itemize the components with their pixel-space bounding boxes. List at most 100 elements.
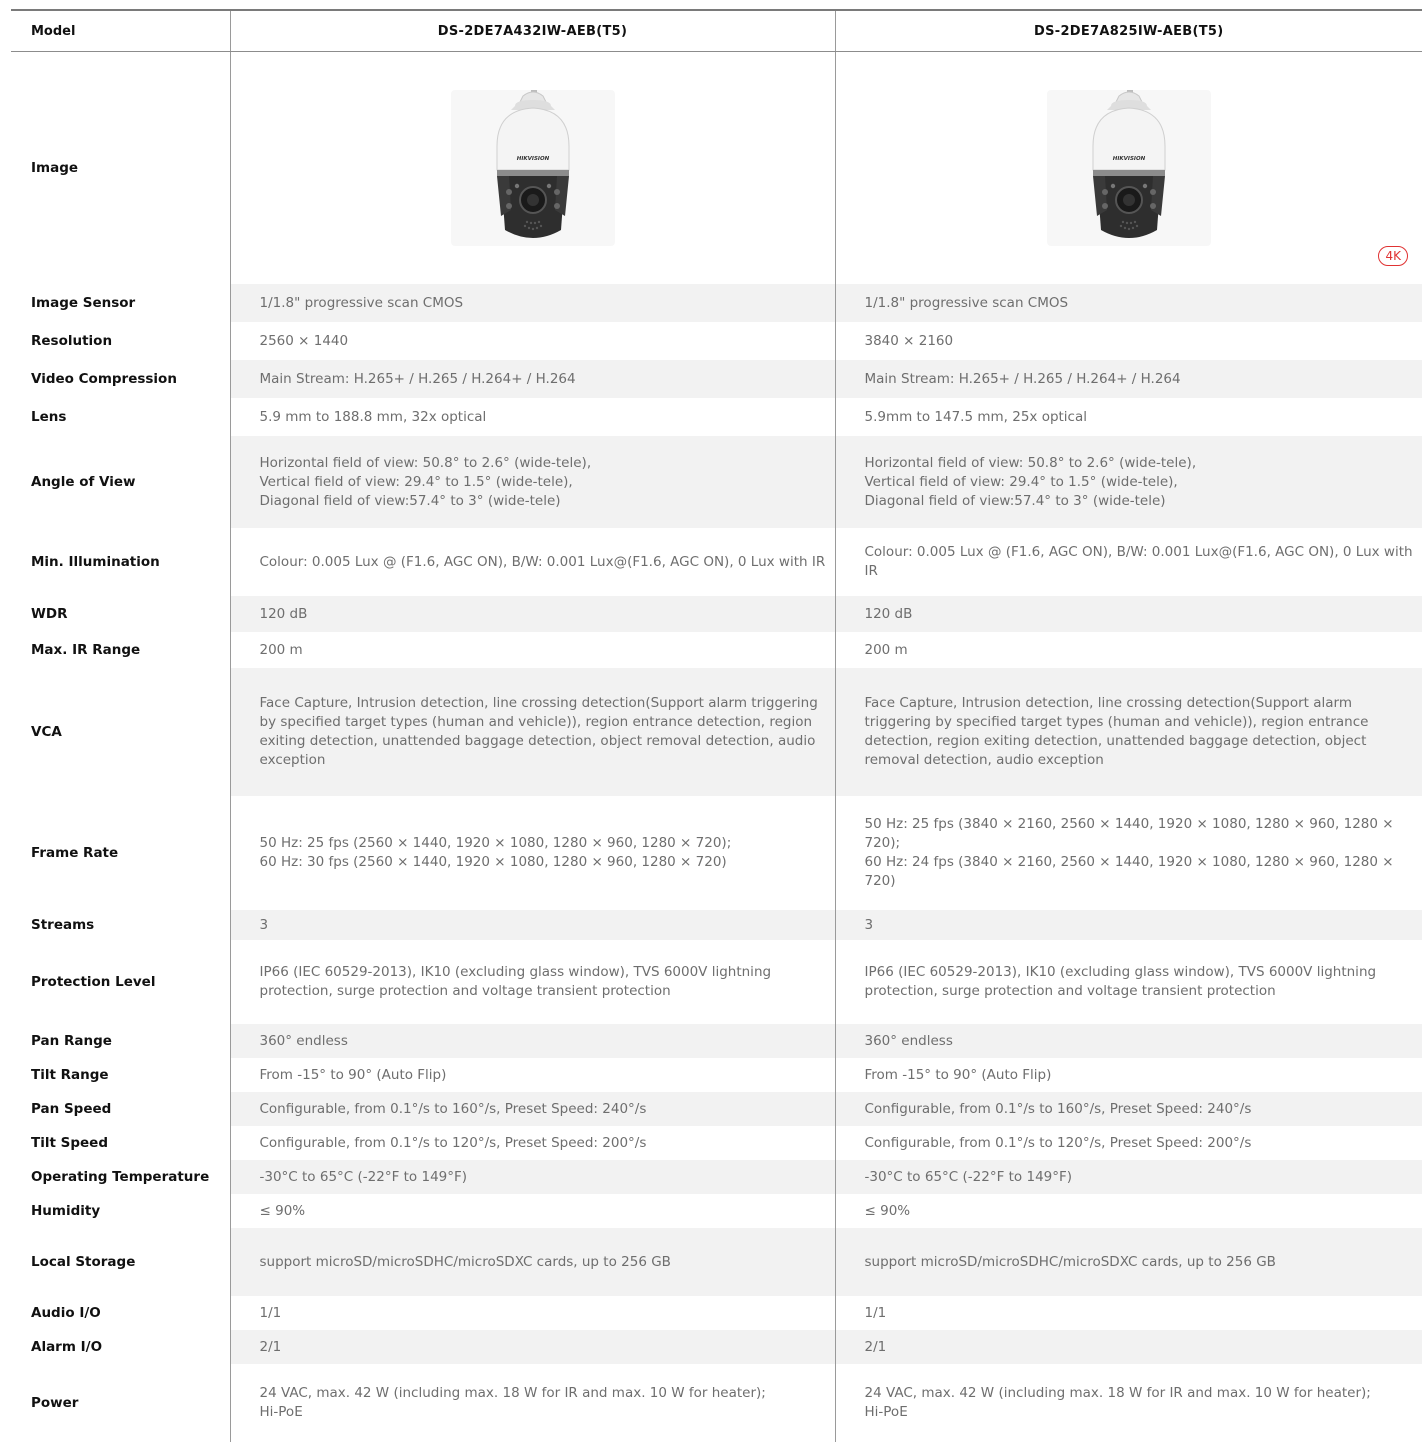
spec-row: Resolution 2560 × 1440 3840 × 2160 — [11, 322, 1422, 360]
spec-value-model-a: Colour: 0.005 Lux @ (F1.6, AGC ON), B/W:… — [229, 528, 835, 596]
spec-value-model-a: IP66 (IEC 60529-2013), IK10 (excluding g… — [229, 940, 835, 1024]
spec-label: Power — [31, 1395, 79, 1411]
spec-row: Tilt Speed Configurable, from 0.1°/s to 1… — [11, 1126, 1422, 1160]
spec-value-model-a: 360° endless — [229, 1024, 835, 1058]
spec-value-model-b: Configurable, from 0.1°/s to 120°/s, Pre… — [834, 1126, 1422, 1160]
spec-value-model-b: 1/1 — [834, 1296, 1422, 1330]
spec-row: Humidity ≤ 90% ≤ 90% — [11, 1194, 1422, 1228]
spec-value-model-a: From -15° to 90° (Auto Flip) — [229, 1058, 835, 1092]
model-b-heading: DS-2DE7A825IW-AEB(T5) — [834, 11, 1422, 52]
brand-logo-a: HIKVISION — [516, 156, 549, 162]
header-label: Model — [11, 11, 230, 52]
spec-value-model-b: 120 dB — [834, 596, 1422, 632]
spec-value-model-a: Configurable, from 0.1°/s to 120°/s, Pre… — [229, 1126, 835, 1160]
spec-label: Tilt Range — [31, 1067, 109, 1083]
brand-logo-b: HIKVISION — [1112, 156, 1145, 162]
spec-value-model-b: 360° endless — [834, 1024, 1422, 1058]
spec-value-model-a: Main Stream: H.265+ / H.265 / H.264+ / H… — [229, 360, 835, 398]
spec-value-model-a: Face Capture, Intrusion detection, line … — [229, 668, 835, 796]
spec-value-model-a: 1/1 — [229, 1296, 835, 1330]
spec-label: Humidity — [31, 1203, 101, 1219]
spec-value-model-b: support microSD/microSDHC/microSDXC card… — [834, 1228, 1422, 1296]
spec-value-model-b: 24 VAC, max. 42 W (including max. 18 W f… — [834, 1364, 1422, 1442]
spec-value-model-a: Configurable, from 0.1°/s to 160°/s, Pre… — [229, 1092, 835, 1126]
spec-row: Audio I/O 1/1 1/1 — [11, 1296, 1422, 1330]
spec-value-model-b: 2/1 — [834, 1330, 1422, 1364]
spec-value-model-a: Horizontal field of view: 50.8° to 2.6° … — [229, 436, 835, 528]
spec-value-model-a: 120 dB — [229, 596, 835, 632]
spec-label: Lens — [31, 409, 67, 425]
spec-value-model-b: Configurable, from 0.1°/s to 160°/s, Pre… — [834, 1092, 1422, 1126]
spec-label: VCA — [31, 724, 62, 740]
spec-comparison-table: Model DS-2DE7A432IW-AEB(T5) DS-2DE7A825I… — [11, 11, 1422, 1442]
spec-value-model-b: Main Stream: H.265+ / H.265 / H.264+ / H… — [834, 360, 1422, 398]
model-a-heading: DS-2DE7A432IW-AEB(T5) — [229, 11, 835, 52]
spec-value-model-a: ≤ 90% — [229, 1194, 835, 1228]
spec-row: Pan Range 360° endless 360° endless — [11, 1024, 1422, 1058]
spec-value-model-a: 1/1.8" progressive scan CMOS — [229, 284, 835, 322]
spec-label: Audio I/O — [31, 1305, 101, 1321]
spec-value-model-b: 200 m — [834, 632, 1422, 668]
spec-value-model-a: 200 m — [229, 632, 835, 668]
spec-row: Tilt Range From -15° to 90° (Auto Flip) Fr… — [11, 1058, 1422, 1092]
ptz-camera-image: HIKVISION — [1046, 90, 1211, 246]
spec-row: Angle of View Horizontal field of view: 5… — [11, 436, 1422, 528]
spec-value-model-a: 24 VAC, max. 42 W (including max. 18 W f… — [229, 1364, 835, 1442]
4k-badge: 4K — [1378, 246, 1408, 266]
spec-label: WDR — [31, 606, 68, 622]
spec-row: Protection Level IP66 (IEC 60529-2013), I… — [11, 940, 1422, 1024]
spec-value-model-b: 5.9mm to 147.5 mm, 25x optical — [834, 398, 1422, 436]
spec-value-model-b: 50 Hz: 25 fps (3840 × 2160, 2560 × 1440,… — [834, 796, 1422, 910]
spec-label: Angle of View — [31, 474, 136, 490]
spec-value-model-a: support microSD/microSDHC/microSDXC card… — [229, 1228, 835, 1296]
spec-row: Power 24 VAC, max. 42 W (including max. 1… — [11, 1364, 1422, 1442]
spec-row: Alarm I/O 2/1 2/1 — [11, 1330, 1422, 1364]
spec-row: WDR 120 dB 120 dB — [11, 596, 1422, 632]
spec-value-model-b: Horizontal field of view: 50.8° to 2.6° … — [834, 436, 1422, 528]
spec-value-model-a: 2560 × 1440 — [229, 322, 835, 360]
spec-value-model-a: 3 — [229, 910, 835, 940]
spec-label: Resolution — [31, 333, 113, 349]
spec-row: Local Storage support microSD/microSDHC/m… — [11, 1228, 1422, 1296]
spec-label: Protection Level — [31, 974, 156, 990]
spec-label: Frame Rate — [31, 845, 119, 861]
spec-label: Max. IR Range — [31, 642, 141, 658]
spec-value-model-b: 3 — [834, 910, 1422, 940]
spec-row: Frame Rate 50 Hz: 25 fps (2560 × 1440, 19… — [11, 796, 1422, 910]
spec-row: Lens 5.9 mm to 188.8 mm, 32x optical 5.9mm… — [11, 398, 1422, 436]
spec-label: Image Sensor — [31, 295, 136, 311]
ptz-camera-image: HIKVISION — [450, 90, 615, 246]
spec-label: Tilt Speed — [31, 1135, 108, 1151]
spec-value-model-a: 50 Hz: 25 fps (2560 × 1440, 1920 × 1080,… — [229, 796, 835, 910]
spec-row: Image Sensor 1/1.8" progressive scan CMOS… — [11, 284, 1422, 322]
spec-value-model-b: -30°C to 65°C (-22°F to 149°F) — [834, 1160, 1422, 1194]
spec-label: Alarm I/O — [31, 1339, 103, 1355]
spec-label: Operating Temperature — [31, 1169, 210, 1185]
spec-row: Max. IR Range 200 m 200 m — [11, 632, 1422, 668]
spec-label: Min. Illumination — [31, 554, 160, 570]
spec-value-model-a: 2/1 — [229, 1330, 835, 1364]
image-row-label: Image — [31, 160, 79, 176]
spec-label: Video Compression — [31, 371, 177, 387]
spec-label: Pan Speed — [31, 1101, 112, 1117]
spec-row: VCA Face Capture, Intrusion detection, li… — [11, 668, 1422, 796]
spec-row: Streams 3 3 — [11, 910, 1422, 940]
spec-value-model-b: 1/1.8" progressive scan CMOS — [834, 284, 1422, 322]
spec-label: Streams — [31, 917, 95, 933]
product-image-b: HIKVISION 4K — [834, 51, 1422, 284]
spec-value-model-b: From -15° to 90° (Auto Flip) — [834, 1058, 1422, 1092]
spec-value-model-b: Face Capture, Intrusion detection, line … — [834, 668, 1422, 796]
spec-value-model-a: 5.9 mm to 188.8 mm, 32x optical — [229, 398, 835, 436]
spec-value-model-b: Colour: 0.005 Lux @ (F1.6, AGC ON), B/W:… — [834, 528, 1422, 596]
spec-value-model-a: -30°C to 65°C (-22°F to 149°F) — [229, 1160, 835, 1194]
spec-value-model-b: 3840 × 2160 — [834, 322, 1422, 360]
spec-row: Operating Temperature -30°C to 65°C (-22°… — [11, 1160, 1422, 1194]
image-row: Image HIKVISION HIKVISION 4K — [11, 51, 1422, 284]
spec-row: Video Compression Main Stream: H.265+ / H… — [11, 360, 1422, 398]
spec-value-model-b: ≤ 90% — [834, 1194, 1422, 1228]
spec-row: Min. Illumination Colour: 0.005 Lux @ (F1… — [11, 528, 1422, 596]
spec-value-model-b: IP66 (IEC 60529-2013), IK10 (excluding g… — [834, 940, 1422, 1024]
spec-label: Pan Range — [31, 1033, 112, 1049]
spec-row: Pan Speed Configurable, from 0.1°/s to 16… — [11, 1092, 1422, 1126]
spec-label: Local Storage — [31, 1254, 136, 1270]
